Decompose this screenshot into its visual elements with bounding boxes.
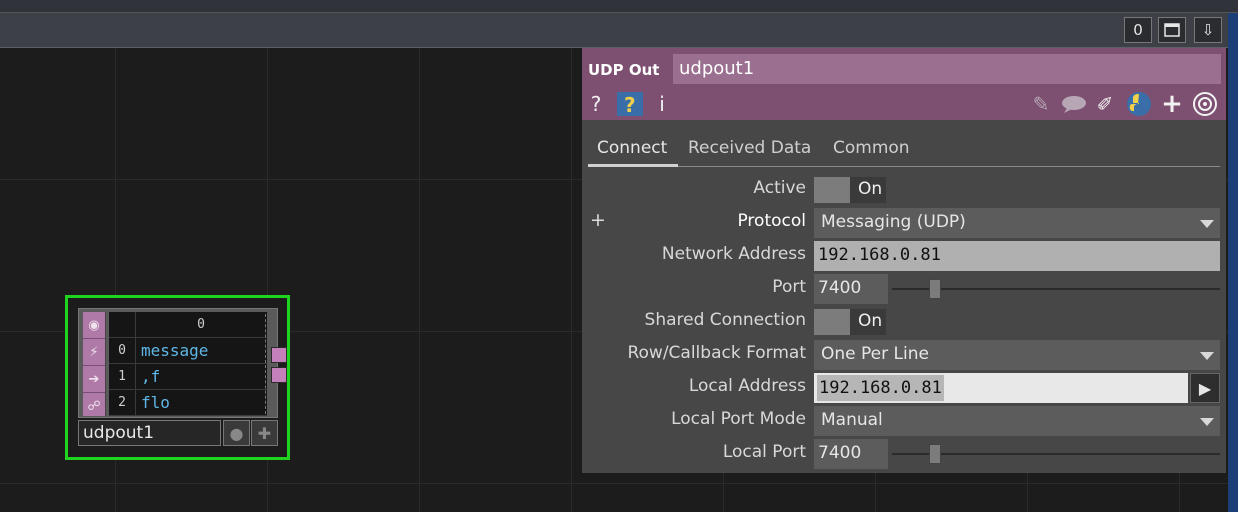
field-value: 7400 <box>818 278 862 298</box>
param-label: Row/Callback Format <box>627 343 806 363</box>
expand-plus-icon[interactable]: + <box>590 209 606 231</box>
corner-cell <box>109 312 136 338</box>
menu-value: Manual <box>821 410 883 430</box>
param-local-address: Local Address 192.168.0.81 ▶ <box>582 373 1226 403</box>
param-row-callback-format: Row/Callback Format One Per Line <box>582 340 1226 370</box>
menu-value: One Per Line <box>821 344 929 364</box>
parameter-panel: UDP Out udpout1 ? ? i ✎ ✐ + Connect Rece… <box>582 48 1226 473</box>
node-table-view: 0 0 message 1 ,f 2 flo <box>109 312 267 416</box>
menu-value: Messaging (UDP) <box>821 212 966 232</box>
tab-common[interactable]: Common <box>833 138 910 158</box>
toggle-value: On <box>858 179 883 199</box>
python-icon[interactable]: ☍ <box>83 393 105 419</box>
column-header: 0 <box>197 317 205 332</box>
output-connector-2[interactable] <box>271 367 287 383</box>
lightning-icon[interactable]: ⚡ <box>83 339 105 366</box>
param-label: Protocol <box>737 211 806 231</box>
param-label: Local Address <box>688 376 806 396</box>
param-label: Shared Connection <box>644 310 806 330</box>
param-tabs: Connect Received Data Common <box>582 134 1226 168</box>
chevron-down-icon <box>1200 418 1214 426</box>
local-port-mode-menu[interactable]: Manual <box>814 406 1220 436</box>
add-icon[interactable]: + <box>1160 89 1184 119</box>
node-viewer[interactable]: ◉ ⚡ ➔ ☍ 0 0 message 1 ,f 2 flo <box>78 308 287 418</box>
local-port-field[interactable]: 7400 <box>814 439 888 469</box>
row-index: 2 <box>109 390 136 416</box>
clipboard-icon[interactable]: ✐ <box>1092 92 1118 116</box>
output-connector[interactable] <box>271 347 287 363</box>
viewer-flag-icon[interactable]: ● <box>223 420 250 446</box>
target-icon[interactable]: ◉ <box>83 312 105 339</box>
target-icon[interactable] <box>1192 92 1218 116</box>
table-header: 0 <box>109 312 267 338</box>
row-callback-format-menu[interactable]: One Per Line <box>814 340 1220 370</box>
arrow-right-icon[interactable]: ➔ <box>83 366 105 393</box>
param-protocol: + Protocol Messaging (UDP) <box>582 208 1226 238</box>
protocol-menu[interactable]: Messaging (UDP) <box>814 208 1220 238</box>
cell-value: flo <box>141 393 170 412</box>
row-index: 0 <box>109 338 136 364</box>
panel-header: UDP Out udpout1 ? ? i ✎ ✐ + <box>582 48 1226 120</box>
comment-icon[interactable] <box>1060 92 1088 116</box>
port-slider-handle[interactable] <box>929 279 941 299</box>
param-active: Active On <box>582 175 1226 205</box>
right-edge <box>1228 13 1238 512</box>
network-address-field[interactable]: 192.168.0.81 <box>814 241 1220 271</box>
pin-down-icon[interactable]: ⇩ <box>1194 17 1222 43</box>
udpout-node[interactable]: ◉ ⚡ ➔ ☍ 0 0 message 1 ,f 2 flo udpout1 ●… <box>65 295 290 460</box>
row-index: 1 <box>109 364 136 390</box>
param-label: Network Address <box>661 244 806 264</box>
node-name-field[interactable]: udpout1 <box>78 420 221 446</box>
param-network-address: Network Address 192.168.0.81 <box>582 241 1226 271</box>
window-icon[interactable] <box>1158 17 1186 43</box>
pane-toolbar <box>0 13 1228 48</box>
toggle-knob <box>814 309 850 335</box>
svg-text:?: ? <box>624 93 636 117</box>
chevron-down-icon <box>1200 352 1214 360</box>
param-local-port: Local Port 7400 <box>582 439 1226 469</box>
info-icon[interactable]: i <box>656 92 668 116</box>
cell-value: message <box>141 341 209 360</box>
operator-type: UDP Out <box>588 61 660 79</box>
tab-connect[interactable]: Connect <box>597 138 667 158</box>
toggle-knob <box>814 177 850 203</box>
edit-icon[interactable]: ✎ <box>1030 92 1052 116</box>
cell-value: ,f <box>141 367 161 386</box>
python-icon[interactable] <box>1126 92 1152 116</box>
counter-button[interactable]: 0 <box>1124 17 1152 43</box>
param-label: Active <box>753 178 806 198</box>
pin-icon[interactable]: ✚ <box>251 420 278 446</box>
field-value: 192.168.0.81 <box>818 245 941 265</box>
local-port-slider-handle[interactable] <box>929 444 941 464</box>
active-toggle[interactable]: On <box>814 177 886 203</box>
top-strip <box>0 0 1238 13</box>
param-label: Local Port <box>722 442 806 462</box>
node-side-bar: ◉ ⚡ ➔ ☍ <box>83 312 106 416</box>
param-label: Local Port Mode <box>671 409 806 429</box>
param-port: Port 7400 <box>582 274 1226 304</box>
scroll-divider <box>265 314 266 414</box>
python-help-icon[interactable]: ? <box>616 92 644 117</box>
field-value: 7400 <box>818 443 862 463</box>
table-row: 0 message <box>109 338 267 364</box>
chevron-down-icon <box>1200 220 1214 228</box>
param-local-port-mode: Local Port Mode Manual <box>582 406 1226 436</box>
toggle-value: On <box>858 311 883 331</box>
local-address-field[interactable]: 192.168.0.81 <box>814 373 1188 403</box>
play-arrow-icon[interactable]: ▶ <box>1190 373 1220 403</box>
table-row: 1 ,f <box>109 364 267 390</box>
operator-name-input[interactable]: udpout1 <box>673 54 1221 84</box>
port-slider-track[interactable] <box>892 288 1220 290</box>
tab-divider <box>588 166 1220 167</box>
param-shared-connection: Shared Connection On <box>582 307 1226 337</box>
shared-connection-toggle[interactable]: On <box>814 309 886 335</box>
help-icon[interactable]: ? <box>588 92 604 116</box>
table-row: 2 flo <box>109 390 267 416</box>
port-field[interactable]: 7400 <box>814 274 888 304</box>
local-port-slider-track[interactable] <box>892 453 1220 455</box>
tab-received-data[interactable]: Received Data <box>688 138 811 158</box>
active-tab-indicator <box>588 164 678 167</box>
param-label: Port <box>772 277 806 297</box>
selected-text: 192.168.0.81 <box>817 375 944 401</box>
